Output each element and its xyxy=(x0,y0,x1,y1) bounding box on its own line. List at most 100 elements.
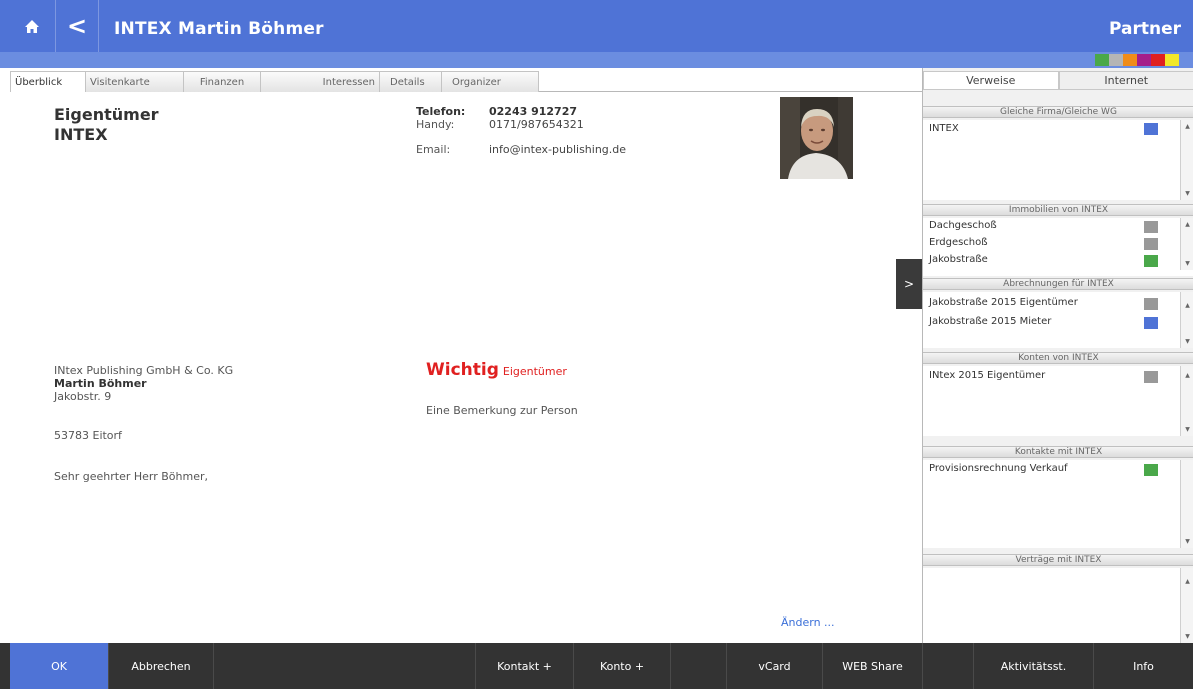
chevron-right-icon: > xyxy=(903,277,915,291)
list-item[interactable]: Erdgeschoß xyxy=(929,237,988,248)
scroll-down-icon[interactable]: ▼ xyxy=(1181,633,1193,640)
list-item[interactable]: Provisionsrechnung Verkauf xyxy=(929,463,1068,474)
address-name: Martin Böhmer xyxy=(54,377,147,390)
color-swatches xyxy=(1095,54,1179,66)
activity-button[interactable]: Aktivitätsst. xyxy=(973,643,1093,689)
expand-panel-button[interactable]: > xyxy=(896,259,922,309)
postal-address: INtex Publishing GmbH & Co. KG Martin Bö… xyxy=(54,364,233,403)
home-icon xyxy=(24,19,39,33)
cancel-button[interactable]: Abbrechen xyxy=(108,643,213,689)
list-item[interactable]: INTEX xyxy=(929,123,959,134)
list-item[interactable]: Jakobstraße xyxy=(929,254,988,265)
section-contracts: ▲ ▼ xyxy=(923,568,1193,643)
scroll-up-icon[interactable]: ▲ xyxy=(1181,302,1193,309)
tab-internet[interactable]: Internet xyxy=(1058,71,1193,90)
footer-spacer xyxy=(213,643,475,689)
section-header-contacts: Kontakte mit INTEX xyxy=(923,446,1193,458)
tab-ueberblick[interactable]: Überblick xyxy=(10,71,86,93)
swatch-green[interactable] xyxy=(1095,54,1109,66)
status-square xyxy=(1144,317,1158,329)
list-item[interactable]: INtex 2015 Eigentümer xyxy=(929,370,1045,381)
ok-button[interactable]: OK xyxy=(10,643,108,689)
tab-filler xyxy=(538,71,922,91)
list-item[interactable]: Jakobstraße 2015 Eigentümer xyxy=(929,297,1078,308)
section-contacts: Provisionsrechnung Verkauf ▼ xyxy=(923,460,1193,548)
swatch-gray[interactable] xyxy=(1109,54,1123,66)
status-square xyxy=(1144,371,1158,383)
info-button[interactable]: Info xyxy=(1093,643,1193,689)
scrollbar[interactable]: ▲ ▼ xyxy=(1180,120,1193,200)
tab-bar: Überblick Visitenkarte Finanzen Interess… xyxy=(10,71,922,93)
swatch-purple[interactable] xyxy=(1137,54,1151,66)
role-title: Eigentümer xyxy=(54,105,159,124)
header-bar: < INTEX Martin Böhmer Partner xyxy=(0,0,1193,52)
section-label[interactable]: Partner xyxy=(1109,19,1181,39)
tab-organizer[interactable]: Organizer xyxy=(441,71,539,92)
scroll-up-icon[interactable]: ▲ xyxy=(1181,578,1193,585)
address-company: INtex Publishing GmbH & Co. KG xyxy=(54,364,234,377)
list-item[interactable]: Dachgeschoß xyxy=(929,220,997,231)
header-separator xyxy=(98,0,99,52)
salutation: Sehr geehrter Herr Böhmer, xyxy=(54,470,208,483)
color-strip xyxy=(0,52,1193,68)
person-remark: Eine Bemerkung zur Person xyxy=(426,404,578,417)
scroll-down-icon[interactable]: ▼ xyxy=(1181,190,1193,197)
list-item[interactable]: Jakobstraße 2015 Mieter xyxy=(929,316,1051,327)
add-contact-button[interactable]: Kontakt + xyxy=(475,643,573,689)
add-account-button[interactable]: Konto + xyxy=(573,643,670,689)
vcard-button[interactable]: vCard xyxy=(726,643,822,689)
email-label: Email: xyxy=(416,143,451,156)
back-arrow-icon: < xyxy=(66,12,88,40)
mobile-label: Handy: xyxy=(416,118,455,131)
section-billing: Jakobstraße 2015 Eigentümer Jakobstraße … xyxy=(923,292,1193,348)
important-label: Wichtig xyxy=(426,360,499,380)
section-accounts: INtex 2015 Eigentümer ▲ ▼ xyxy=(923,366,1193,436)
status-square xyxy=(1144,255,1158,267)
section-header-same-company: Gleiche Firma/Gleiche WG xyxy=(923,106,1193,118)
scroll-down-icon[interactable]: ▼ xyxy=(1181,538,1193,545)
mobile-value[interactable]: 0171/987654321 xyxy=(489,118,584,131)
scrollbar[interactable]: ▲ ▼ xyxy=(1180,568,1193,643)
back-button[interactable]: < xyxy=(55,0,98,52)
important-note: Wichtig Eigentümer xyxy=(426,360,567,380)
status-square xyxy=(1144,464,1158,476)
section-header-properties: Immobilien von INTEX xyxy=(923,204,1193,216)
scroll-up-icon[interactable]: ▲ xyxy=(1181,123,1193,130)
footer-spacer-2 xyxy=(670,643,726,689)
email-value[interactable]: info@intex-publishing.de xyxy=(489,143,626,156)
swatch-red[interactable] xyxy=(1151,54,1165,66)
scrollbar[interactable]: ▲ ▼ xyxy=(1180,218,1193,270)
home-button[interactable] xyxy=(10,0,53,52)
scrollbar[interactable]: ▲ ▼ xyxy=(1180,292,1193,348)
tab-verweise[interactable]: Verweise xyxy=(923,71,1059,90)
tab-details[interactable]: Details xyxy=(379,71,442,92)
profile-photo[interactable] xyxy=(780,97,853,179)
address-city: 53783 Eitorf xyxy=(54,429,122,442)
phone-value[interactable]: 02243 912727 xyxy=(489,105,577,118)
swatch-yellow[interactable] xyxy=(1165,54,1179,66)
scrollbar[interactable]: ▼ xyxy=(1180,460,1193,548)
section-header-accounts: Konten von INTEX xyxy=(923,352,1193,364)
footer-toolbar: OK Abbrechen Kontakt + Konto + vCard WEB… xyxy=(0,643,1193,689)
section-header-contracts: Verträge mit INTEX xyxy=(923,554,1193,566)
status-square xyxy=(1144,298,1158,310)
tab-interessen[interactable]: Interessen xyxy=(260,71,380,92)
scroll-down-icon[interactable]: ▼ xyxy=(1181,260,1193,267)
address-street: Jakobstr. 9 xyxy=(54,390,112,403)
footer-spacer-3 xyxy=(922,643,973,689)
scroll-down-icon[interactable]: ▼ xyxy=(1181,338,1193,345)
phone-label: Telefon: xyxy=(416,105,466,118)
tab-finanzen[interactable]: Finanzen xyxy=(183,71,261,92)
scroll-up-icon[interactable]: ▲ xyxy=(1181,372,1193,379)
tab-visitenkarte[interactable]: Visitenkarte xyxy=(85,71,184,92)
status-square xyxy=(1144,123,1158,135)
section-header-billing: Abrechnungen für INTEX xyxy=(923,278,1193,290)
scroll-up-icon[interactable]: ▲ xyxy=(1181,221,1193,228)
web-share-button[interactable]: WEB Share xyxy=(822,643,922,689)
references-panel: Verweise Internet Gleiche Firma/Gleiche … xyxy=(922,68,1193,643)
scrollbar[interactable]: ▲ ▼ xyxy=(1180,366,1193,436)
edit-link[interactable]: Ändern ... xyxy=(781,616,835,629)
swatch-orange[interactable] xyxy=(1123,54,1137,66)
scroll-down-icon[interactable]: ▼ xyxy=(1181,426,1193,433)
role-block: Eigentümer INTEX xyxy=(54,105,159,145)
